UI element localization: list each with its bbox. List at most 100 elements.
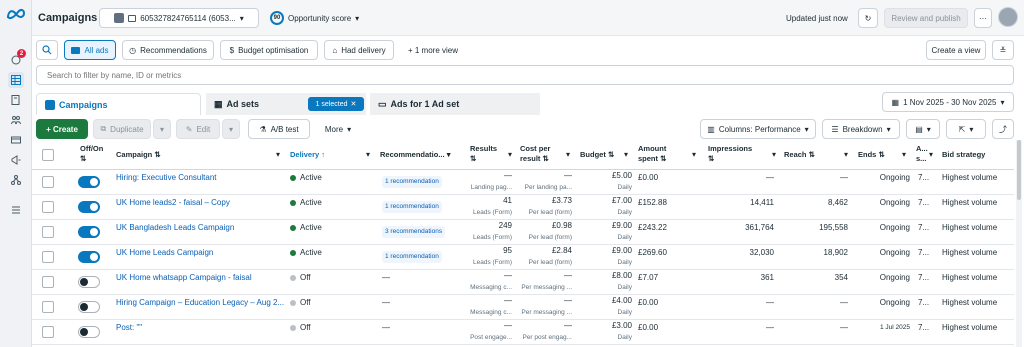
header-offon[interactable]: Off/On ⇅	[80, 144, 103, 164]
profile-avatar[interactable]	[998, 7, 1018, 27]
view-recommendations[interactable]: ◷ Recommendations	[122, 40, 214, 60]
ab-test-button[interactable]: ⚗ A/B test	[248, 119, 310, 139]
table-row[interactable]: UK Home leads2 - faisal – Copy Active 1 …	[32, 195, 1014, 220]
view-had-delivery[interactable]: ⌂ Had delivery	[324, 40, 394, 60]
chevron-down-icon[interactable]: ▾	[772, 150, 776, 159]
tab-ads[interactable]: ▭ Ads for 1 Ad set	[370, 93, 540, 115]
row-checkbox[interactable]	[42, 251, 54, 263]
chevron-down-icon[interactable]: ▾	[844, 150, 848, 159]
meta-logo-icon[interactable]	[5, 6, 27, 22]
on-off-toggle[interactable]	[78, 251, 100, 263]
edit-button[interactable]: ✎ Edit	[176, 119, 220, 139]
header-bid-strategy[interactable]: Bid strategy	[942, 150, 985, 160]
table-row[interactable]: UK Home whatsapp Campaign - faisal Off —…	[32, 270, 1014, 295]
reports-button[interactable]: ▤ ▾	[906, 119, 940, 139]
chevron-down-icon[interactable]: ▾	[276, 150, 280, 159]
header-amount-spent[interactable]: Amount spent ⇅	[638, 144, 666, 164]
row-checkbox[interactable]	[42, 226, 54, 238]
table-row[interactable]: UK Bangladesh Leads Campaign Active 3 re…	[32, 220, 1014, 245]
tab-campaigns[interactable]: Campaigns	[36, 93, 201, 115]
search-button[interactable]	[36, 40, 58, 60]
recommendation-link[interactable]: 1 recommendation	[382, 176, 442, 188]
table-row[interactable]: Post: "" Off — — Post engage... — Per po…	[32, 320, 1014, 345]
header-campaign[interactable]: Campaign ⇅	[116, 150, 161, 160]
review-and-publish-button[interactable]: Review and publish	[884, 8, 968, 28]
vertical-scrollbar[interactable]	[1016, 140, 1022, 347]
table-row[interactable]: Hiring: Executive Consultant Active 1 re…	[32, 170, 1014, 195]
table-row[interactable]: UK Home Leads Campaign Active 1 recommen…	[32, 245, 1014, 270]
campaign-name-link[interactable]: Hiring: Executive Consultant	[116, 173, 217, 183]
duplicate-dropdown[interactable]: ▾	[153, 119, 171, 139]
chevron-down-icon[interactable]: ▾	[929, 150, 933, 159]
chevron-down-icon[interactable]: ▾	[624, 150, 628, 159]
duplicate-button[interactable]: ⧉ Duplicate	[93, 119, 151, 139]
row-checkbox[interactable]	[42, 301, 54, 313]
amount-spent-value: £0.00	[638, 298, 659, 307]
on-off-toggle[interactable]	[78, 301, 100, 313]
campaign-name-link[interactable]: Post: ""	[116, 323, 142, 333]
on-off-toggle[interactable]	[78, 326, 100, 338]
edit-dropdown[interactable]: ▾	[222, 119, 240, 139]
on-off-toggle[interactable]	[78, 276, 100, 288]
row-checkbox[interactable]	[42, 201, 54, 213]
refresh-button[interactable]: ↻	[858, 8, 878, 28]
filter-settings-button[interactable]: ≚	[992, 40, 1014, 60]
close-icon[interactable]: ✕	[351, 100, 357, 108]
chevron-down-icon[interactable]: ▾	[366, 150, 370, 159]
select-all-checkbox[interactable]	[42, 149, 54, 161]
more-actions-button[interactable]: More ▾	[316, 119, 360, 139]
chevron-down-icon[interactable]: ▾	[902, 150, 906, 159]
header-attribution[interactable]: A... s...	[916, 144, 928, 164]
charts-button[interactable]: ⤴	[992, 119, 1014, 139]
breakdown-button[interactable]: ☰ Breakdown ▾	[822, 119, 900, 139]
chevron-down-icon[interactable]: ▾	[508, 150, 512, 159]
on-off-toggle[interactable]	[78, 201, 100, 213]
row-checkbox[interactable]	[42, 276, 54, 288]
row-checkbox[interactable]	[42, 176, 54, 188]
search-input[interactable]	[36, 65, 1014, 85]
date-range-picker[interactable]: ▦ 1 Nov 2025 - 30 Nov 2025 ▾	[882, 92, 1014, 112]
campaign-name-link[interactable]: UK Home leads2 - faisal – Copy	[116, 198, 230, 208]
campaign-name-link[interactable]: UK Home whatsapp Campaign - faisal	[116, 273, 252, 283]
view-budget-optimisation[interactable]: $ Budget optimisation	[220, 40, 318, 60]
header-impressions[interactable]: Impressions ⇅	[708, 144, 752, 164]
network-icon[interactable]	[8, 172, 24, 188]
table-row[interactable]: Hiring Campaign – Education Legacy – Aug…	[32, 295, 1014, 320]
row-checkbox[interactable]	[42, 326, 54, 338]
header-reach[interactable]: Reach ⇅	[784, 150, 815, 160]
campaign-name-link[interactable]: UK Home Leads Campaign	[116, 248, 213, 258]
account-selector[interactable]: 605327824765114 (6053... ▾	[99, 8, 259, 28]
header-results[interactable]: Results ⇅	[470, 144, 497, 164]
billing-icon[interactable]	[8, 132, 24, 148]
header-cost-per-result[interactable]: Cost per result ⇅	[520, 144, 550, 164]
header-ends[interactable]: Ends ⇅	[858, 150, 885, 160]
budget-type: Daily	[617, 184, 632, 191]
chevron-down-icon[interactable]: ▾	[566, 150, 570, 159]
audiences-icon[interactable]	[8, 112, 24, 128]
columns-button[interactable]: ▥ Columns: Performance ▾	[700, 119, 816, 139]
recommendation-link[interactable]: 1 recommendation	[382, 201, 442, 213]
recommendation-link[interactable]: 3 recommendations	[382, 226, 446, 238]
header-recommendations[interactable]: Recommendatio... ▾	[380, 150, 450, 160]
recommendation-link[interactable]: 1 recommendation	[382, 251, 442, 263]
campaign-name-link[interactable]: UK Bangladesh Leads Campaign	[116, 223, 234, 233]
header-delivery[interactable]: Delivery ↑	[290, 150, 325, 160]
notifications-icon[interactable]: 2	[8, 49, 26, 68]
create-view-button[interactable]: Create a view	[926, 40, 986, 60]
chevron-down-icon[interactable]: ▾	[692, 150, 696, 159]
on-off-toggle[interactable]	[78, 226, 100, 238]
campaign-name-link[interactable]: Hiring Campaign – Education Legacy – Aug…	[116, 298, 284, 308]
more-views-button[interactable]: + 1 more view	[400, 40, 466, 60]
pages-icon[interactable]	[8, 92, 24, 108]
header-budget[interactable]: Budget ⇅	[580, 150, 614, 160]
more-options-button[interactable]: ···	[974, 8, 992, 28]
on-off-toggle[interactable]	[78, 176, 100, 188]
megaphone-icon[interactable]	[8, 152, 24, 168]
selected-badge[interactable]: 1 selected ✕	[308, 97, 364, 111]
view-all-ads[interactable]: All ads	[64, 40, 116, 60]
campaigns-table-icon[interactable]	[8, 72, 24, 88]
menu-icon[interactable]	[8, 202, 24, 218]
export-button[interactable]: ⇱ ▾	[946, 119, 986, 139]
opportunity-score-button[interactable]: 90 Opportunity score ▾	[269, 8, 369, 28]
create-button[interactable]: + Create	[36, 119, 88, 139]
